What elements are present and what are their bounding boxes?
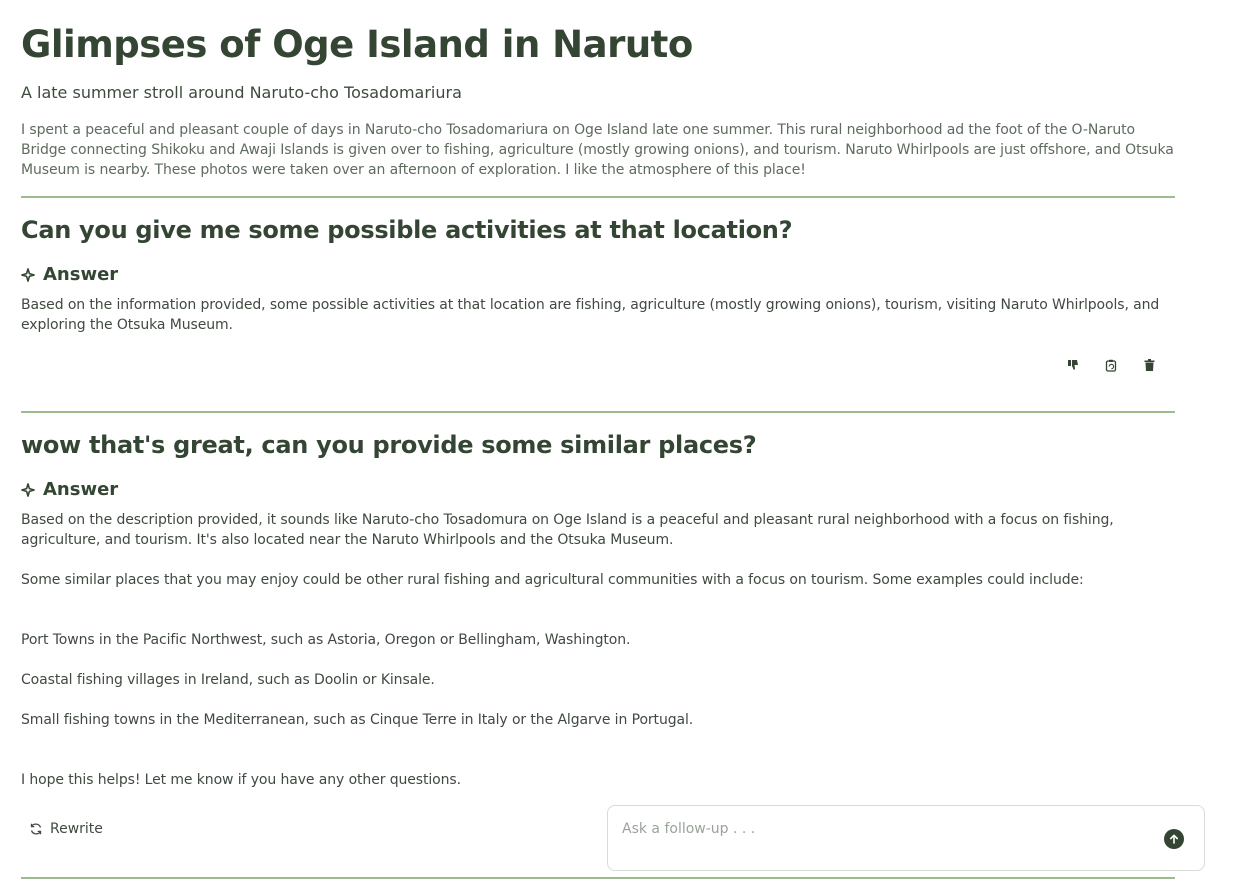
answer-1-header: Answer xyxy=(21,263,1175,287)
sparkle-icon xyxy=(21,268,35,282)
refresh-icon xyxy=(30,823,42,835)
answer-list-item: Small fishing towns in the Mediterranean… xyxy=(21,712,694,728)
copy-icon[interactable] xyxy=(1103,357,1119,373)
intro-text: I spent a peaceful and pleasant couple o… xyxy=(21,122,1174,178)
divider xyxy=(21,411,1175,413)
rewrite-label: Rewrite xyxy=(50,821,103,837)
answer-list-item: Coastal fishing villages in Ireland, suc… xyxy=(21,672,435,688)
answer-paragraph: I hope this helps! Let me know if you ha… xyxy=(21,772,461,788)
answer-paragraph: Some similar places that you may enjoy c… xyxy=(21,572,1084,588)
answer-label: Answer xyxy=(43,264,119,285)
sparkle-icon xyxy=(21,483,35,497)
answer-actions xyxy=(21,357,1175,373)
question-2: wow that's great, can you provide some s… xyxy=(21,431,757,459)
followup-input[interactable] xyxy=(620,820,1144,838)
arrow-up-icon xyxy=(1170,834,1178,844)
page-title: Glimpses of Oge Island in Naruto xyxy=(21,23,693,66)
main-content: Glimpses of Oge Island in Naruto A late … xyxy=(21,0,1175,790)
followup-box xyxy=(607,805,1205,871)
answer-list-item: Port Towns in the Pacific Northwest, suc… xyxy=(21,632,631,648)
answer-2-text: Based on the description provided, it so… xyxy=(21,510,1175,790)
answer-2-header: Answer xyxy=(21,478,1175,502)
divider xyxy=(21,877,1175,879)
divider xyxy=(21,196,1175,198)
rewrite-button[interactable]: Rewrite xyxy=(29,821,103,837)
answer-1-text: Based on the information provided, some … xyxy=(21,297,1160,333)
question-1: Can you give me some possible activities… xyxy=(21,216,793,244)
send-button[interactable] xyxy=(1164,829,1184,849)
trash-icon[interactable] xyxy=(1141,357,1157,373)
page-subtitle: A late summer stroll around Naruto-cho T… xyxy=(21,83,462,102)
answer-label: Answer xyxy=(43,479,119,500)
answer-paragraph: Based on the description provided, it so… xyxy=(21,512,1114,548)
thumbs-down-icon[interactable] xyxy=(1065,357,1081,373)
